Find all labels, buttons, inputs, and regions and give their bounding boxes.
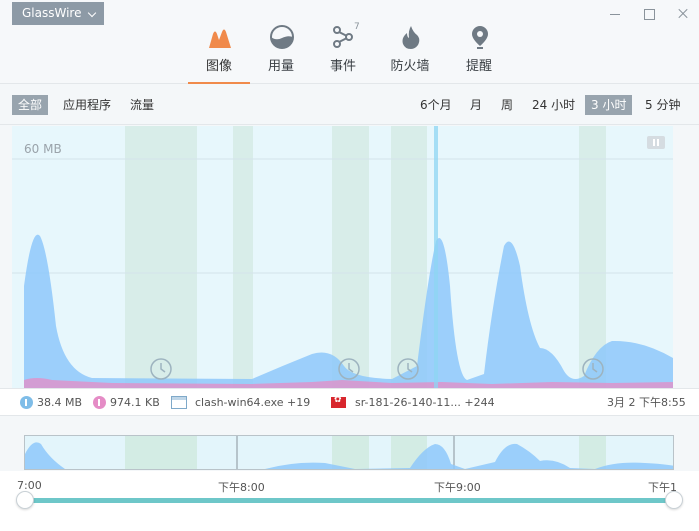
filter-apps[interactable]: 应用程序 <box>57 95 117 115</box>
nav-events-label: 事件 <box>329 59 356 74</box>
minimize-button[interactable] <box>607 6 623 22</box>
filter-all[interactable]: 全部 <box>12 95 49 115</box>
timeline-tick: 下午9:00 <box>434 481 481 494</box>
traffic-graph[interactable]: 60 MB <box>12 126 673 388</box>
selected-time: 3月 2 下午8:55 <box>607 396 686 409</box>
app-window-icon <box>171 396 187 409</box>
range-start-handle[interactable] <box>16 491 34 509</box>
nav-usage[interactable]: 用量 <box>250 22 312 84</box>
nav-events[interactable]: 7 事件 <box>312 22 374 84</box>
timeline-axis: 7:00 下午8:00 下午9:00 下午1 <box>0 471 699 531</box>
stats-bar: 38.4 MB 974.1 KB clash-win64.exe +19 sr-… <box>0 388 699 416</box>
graph-icon <box>209 29 231 48</box>
upload-total: 974.1 KB <box>110 396 160 409</box>
overview-band <box>125 436 197 469</box>
range-end-handle[interactable] <box>665 491 683 509</box>
filter-toolbar: 全部 应用程序 流量 6个月 月 周 24 小时 3 小时 5 分钟 <box>0 85 699 125</box>
nav-usage-label: 用量 <box>267 59 294 74</box>
nav-alerts[interactable]: 提醒 <box>448 22 510 84</box>
filter-traffic[interactable]: 流量 <box>124 95 160 115</box>
alerts-icon <box>472 26 488 49</box>
activity-band <box>332 126 369 388</box>
app-menu-button[interactable]: GlassWire <box>12 2 104 25</box>
app-title: GlassWire <box>22 6 82 20</box>
close-button[interactable] <box>675 6 691 22</box>
traffic-graph-canvas <box>12 126 673 388</box>
download-total: 38.4 MB <box>37 396 83 409</box>
top-host[interactable]: sr-181-26-140-11... +244 <box>355 396 495 410</box>
nav-graph-label: 图像 <box>205 59 232 74</box>
timeline-tick: 下午8:00 <box>218 481 265 494</box>
upload-icon <box>93 396 106 409</box>
firewall-icon <box>402 26 420 49</box>
range-month[interactable]: 月 <box>464 95 488 115</box>
range-3h[interactable]: 3 小时 <box>585 95 633 115</box>
pause-button[interactable] <box>647 136 665 149</box>
range-5min[interactable]: 5 分钟 <box>639 95 686 115</box>
usage-icon <box>270 25 294 49</box>
overview-band <box>332 436 369 469</box>
events-badge: 7 <box>354 22 360 32</box>
overview-upload-area <box>25 469 674 470</box>
overview-band <box>579 436 606 469</box>
range-week[interactable]: 周 <box>495 95 519 115</box>
nav-alerts-label: 提醒 <box>465 59 492 74</box>
timeline-tick: 7:00 <box>17 479 42 492</box>
time-cursor[interactable] <box>434 126 438 388</box>
download-icon <box>20 396 33 409</box>
maximize-button[interactable] <box>641 6 657 22</box>
activity-band <box>233 126 253 388</box>
top-app[interactable]: clash-win64.exe +19 <box>195 396 310 410</box>
range-6months[interactable]: 6个月 <box>414 95 458 115</box>
activity-band <box>125 126 197 388</box>
nav-firewall-label: 防火墙 <box>390 59 430 74</box>
range-24h[interactable]: 24 小时 <box>526 95 581 115</box>
y-axis-max-label: 60 MB <box>24 142 62 156</box>
nav-graph[interactable]: 图像 <box>188 22 250 84</box>
overview-canvas <box>25 436 674 470</box>
chevron-down-icon <box>87 8 97 18</box>
title-bar: GlassWire 图像 用量 7 事件 防火墙 提醒 <box>0 0 699 84</box>
overview-graph[interactable] <box>24 435 674 470</box>
nav-firewall[interactable]: 防火墙 <box>379 22 441 84</box>
range-slider-track[interactable] <box>25 498 675 503</box>
hong-kong-flag-icon <box>331 395 346 408</box>
